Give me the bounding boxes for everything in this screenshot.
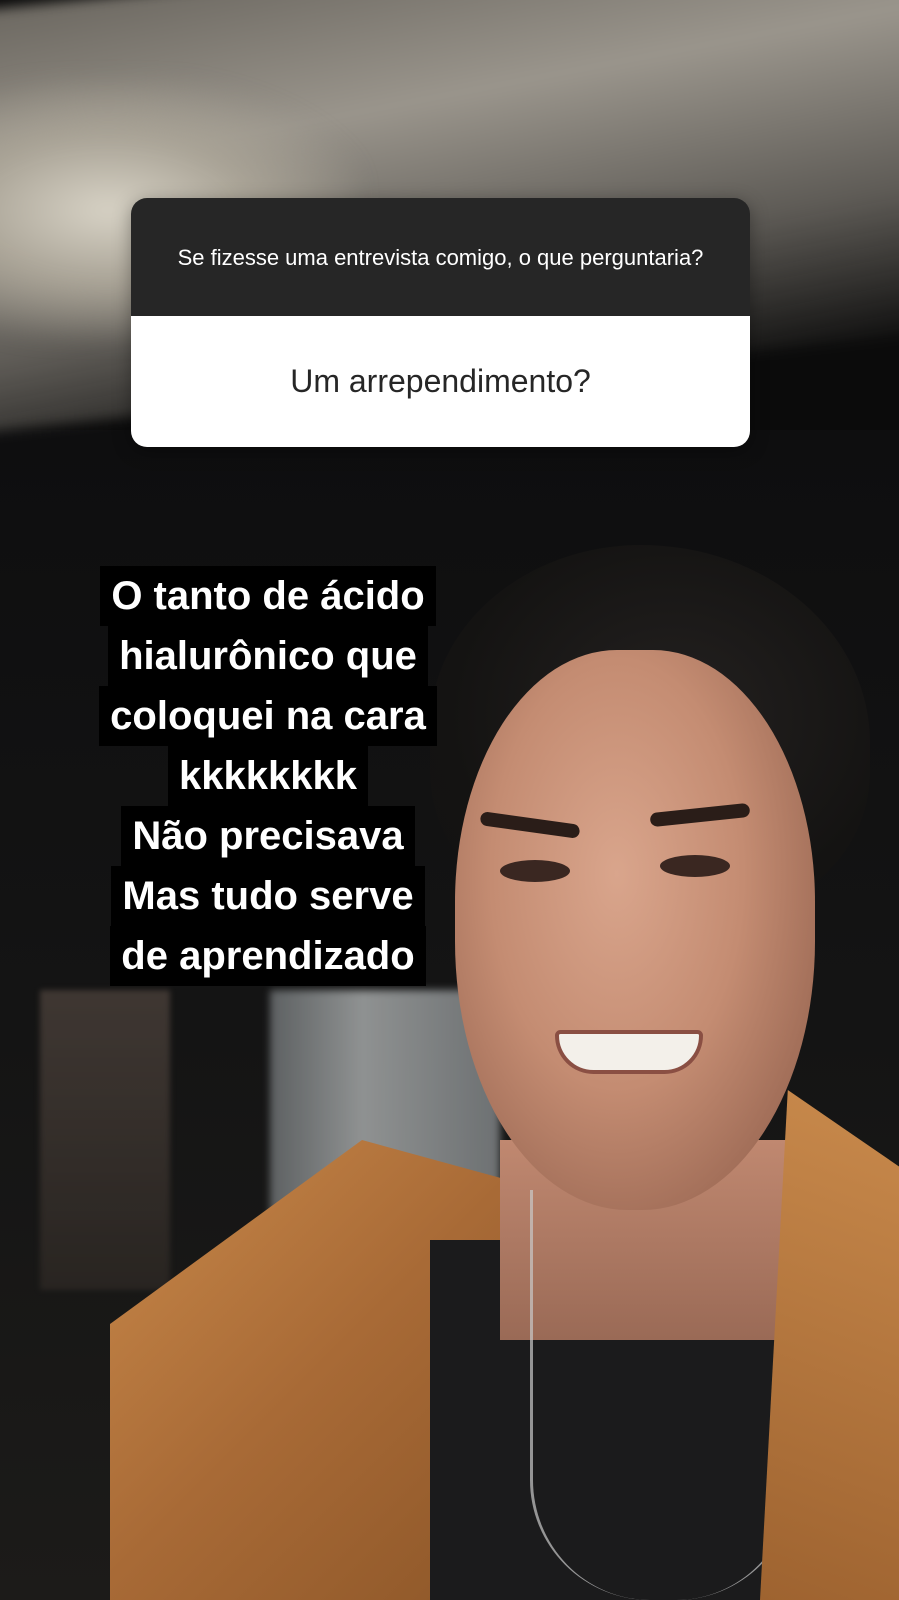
right-eye <box>660 855 730 877</box>
background-frame <box>40 990 170 1290</box>
question-text: Se fizesse uma entrevista comigo, o que … <box>131 198 750 316</box>
face <box>455 650 815 1210</box>
caption-line: de aprendizado <box>110 926 426 986</box>
caption-line: Não precisava <box>121 806 415 866</box>
caption-line: O tanto de ácido <box>100 566 436 626</box>
question-sticker[interactable]: Se fizesse uma entrevista comigo, o que … <box>131 198 750 447</box>
caption-line: kkkkkkkk <box>168 746 368 806</box>
caption-line: coloquei na cara <box>99 686 437 746</box>
necklace <box>530 1190 796 1600</box>
answer-text: Um arrependimento? <box>131 316 750 447</box>
caption-text-block: O tanto de ácido hialurônico que coloque… <box>73 566 463 986</box>
caption-line: hialurônico que <box>108 626 428 686</box>
caption-line: Mas tudo serve <box>111 866 425 926</box>
smile <box>555 1030 703 1074</box>
left-eye <box>500 860 570 882</box>
